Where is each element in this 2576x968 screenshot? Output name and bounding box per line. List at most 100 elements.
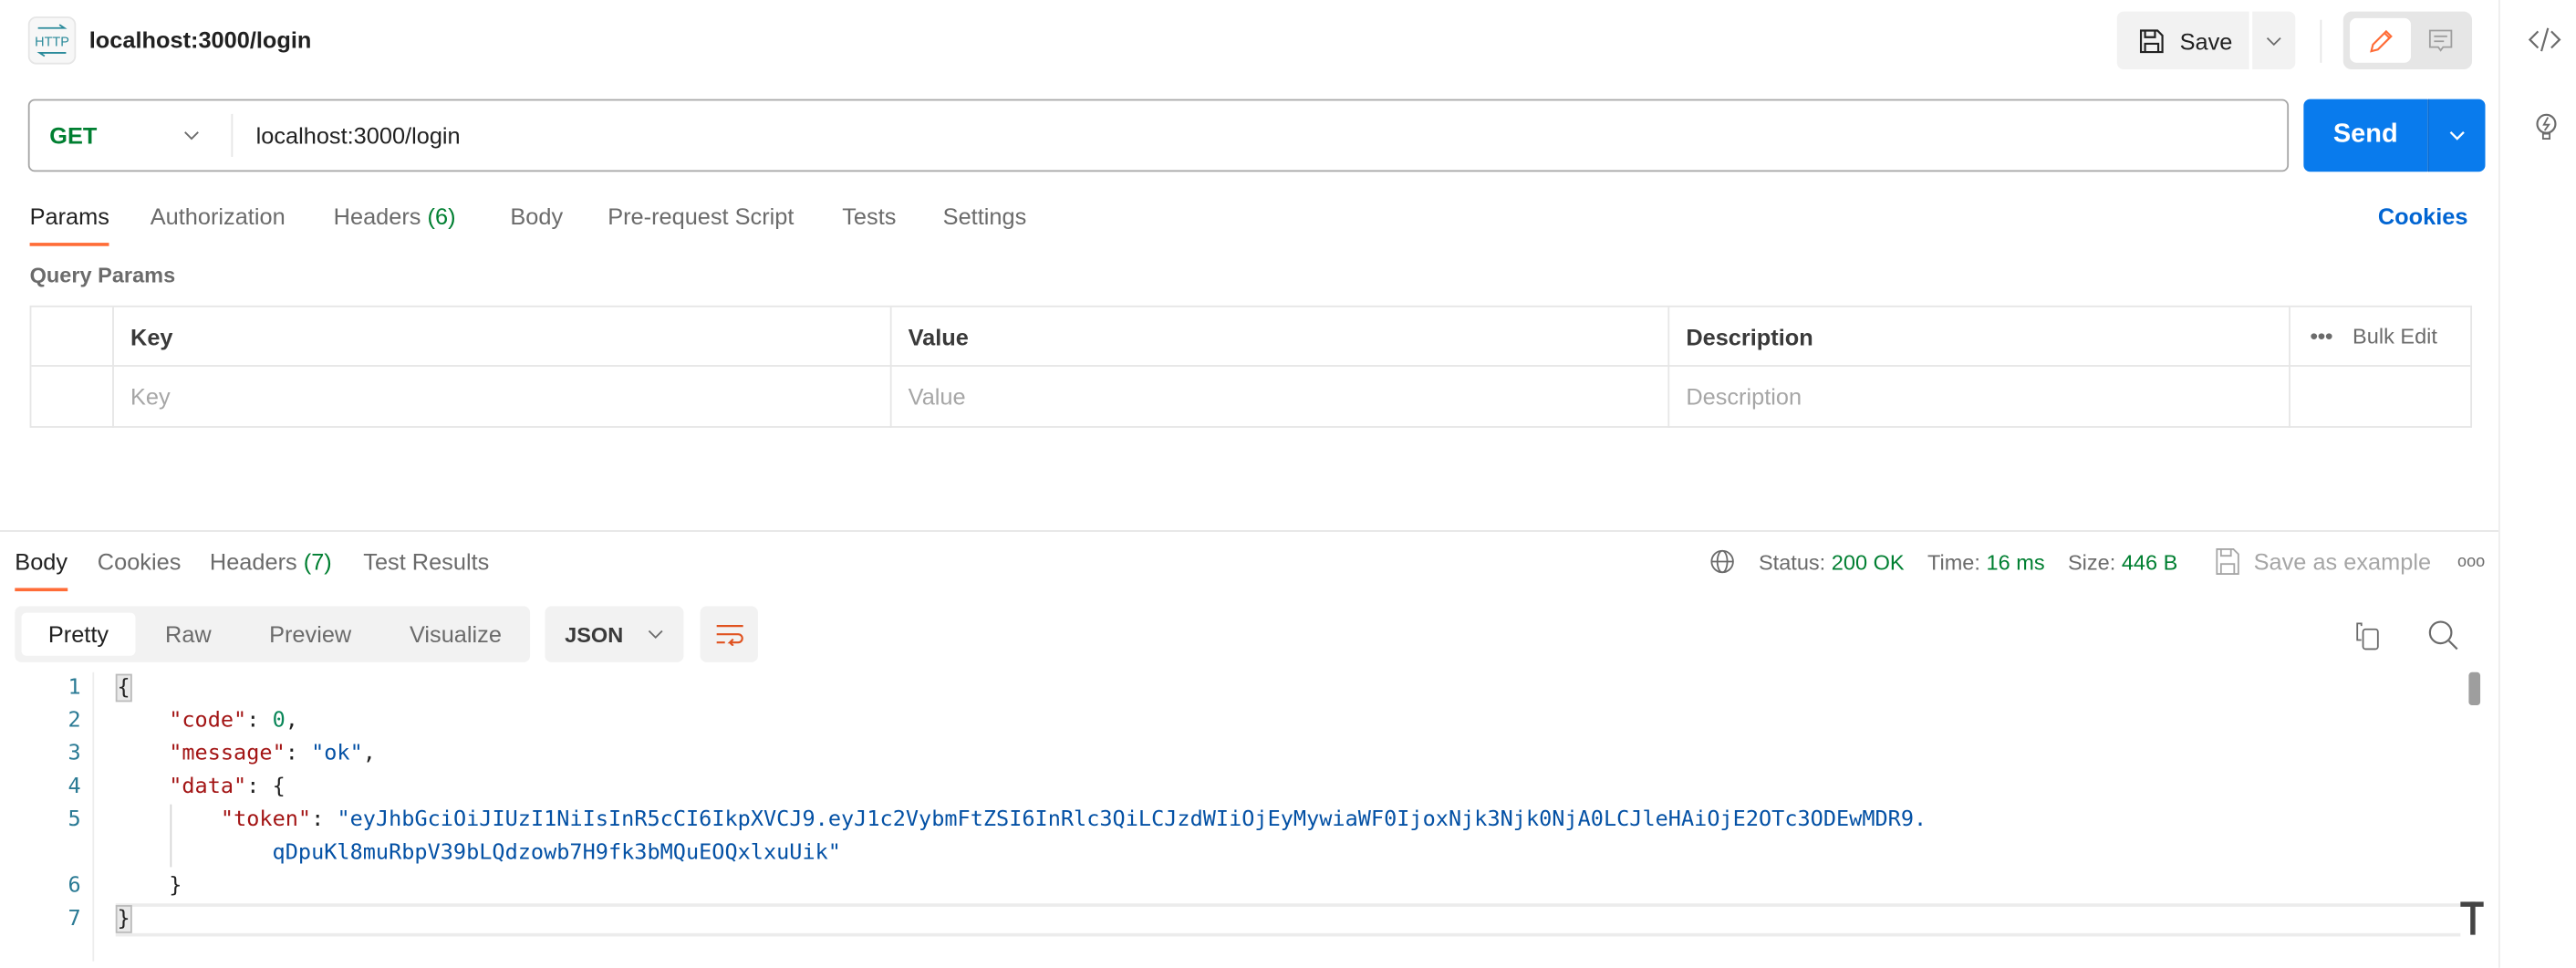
code-icon[interactable]: [2528, 25, 2561, 55]
send-button[interactable]: Send: [2303, 99, 2428, 172]
json-key: "data": [169, 775, 247, 800]
cookies-link[interactable]: Cookies: [2378, 203, 2468, 230]
chevron-down-icon: [2447, 129, 2467, 141]
gutter-divider: [92, 671, 95, 962]
tab-params[interactable]: Params: [29, 203, 110, 246]
response-body-editor[interactable]: 1 2 3 4 5 6 7 { "code": 0, "message": "o…: [0, 671, 2486, 962]
tab-headers[interactable]: Headers (6): [334, 203, 456, 230]
tab-label: Test Results: [363, 548, 490, 575]
line-number: 1: [68, 675, 81, 701]
code-line: "data": {: [169, 775, 286, 800]
scroll-end-marker: [2470, 901, 2476, 935]
save-as-example-button[interactable]: Save as example: [2254, 548, 2431, 575]
time-label: Time:: [1927, 548, 1980, 575]
view-mode-visualize[interactable]: Visualize: [410, 613, 502, 656]
tab-label: Body: [15, 548, 68, 575]
tab-pre-request-script[interactable]: Pre-request Script: [608, 203, 794, 230]
headers-count: (7): [303, 548, 332, 575]
view-mode-raw[interactable]: Raw: [165, 613, 212, 656]
url-input[interactable]: localhost:3000/login: [256, 122, 2238, 149]
size-label: Size:: [2067, 548, 2116, 575]
tab-body[interactable]: Body: [510, 203, 563, 230]
globe-icon[interactable]: [1709, 548, 1736, 575]
tab-label: Pre-request Script: [608, 203, 795, 230]
wrap-lines-button[interactable]: [700, 606, 758, 662]
mode-toggle: [2342, 11, 2473, 70]
save-icon: [2138, 27, 2165, 54]
request-title[interactable]: localhost:3000/login: [89, 26, 312, 53]
status-value[interactable]: 200 OK: [1832, 549, 1905, 574]
chevron-down-icon: [2264, 34, 2284, 47]
right-sidebar: [2498, 0, 2500, 968]
svg-text:HTTP: HTTP: [35, 36, 69, 50]
divider: [2320, 19, 2322, 63]
status-label: Status:: [1758, 548, 1826, 575]
code-line-wrapped: qDpuKl8muRbpV39bLQdzowb7H9fk3bMQuEOQxlxu…: [118, 840, 841, 865]
code-line: }: [169, 873, 182, 899]
save-dropdown-button[interactable]: [2252, 11, 2296, 70]
response-tab-headers[interactable]: Headers (7): [210, 548, 332, 575]
time-value[interactable]: 16 ms: [1987, 549, 2045, 574]
divider: [231, 113, 234, 157]
method-select[interactable]: GET: [30, 100, 232, 170]
copy-icon[interactable]: [2354, 621, 2384, 651]
pencil-icon[interactable]: [2350, 17, 2412, 63]
column-key: Key: [114, 307, 892, 367]
tab-authorization[interactable]: Authorization: [151, 203, 286, 230]
line-number: 7: [68, 906, 81, 932]
bulk-edit-label: Bulk Edit: [2353, 323, 2437, 349]
pane-divider[interactable]: [0, 530, 2498, 532]
view-mode-preview[interactable]: Preview: [269, 613, 351, 656]
bulk-edit-button[interactable]: ••• Bulk Edit: [2311, 307, 2437, 367]
tab-label: Tests: [842, 203, 897, 230]
search-icon[interactable]: [2427, 619, 2458, 651]
value-input[interactable]: Value: [892, 366, 1670, 428]
vertical-scrollbar[interactable]: [2468, 671, 2481, 705]
line-number: 4: [68, 775, 81, 800]
save-button[interactable]: Save: [2116, 11, 2249, 70]
code-line: {: [115, 673, 132, 703]
json-key: "code": [169, 708, 247, 734]
format-label: JSON: [565, 621, 624, 647]
response-meta: Status: 200 OK Time: 16 ms Size: 446 B S…: [1709, 546, 2485, 577]
description-input[interactable]: Description: [1669, 366, 2290, 428]
tab-label: Headers: [333, 203, 421, 230]
response-tab-cookies[interactable]: Cookies: [98, 548, 182, 575]
save-label: Save: [2179, 26, 2233, 54]
more-options-icon[interactable]: ooo: [2457, 553, 2485, 571]
send-dropdown-button[interactable]: [2427, 99, 2486, 172]
chevron-down-icon: [647, 628, 667, 640]
response-tab-test-results[interactable]: Test Results: [363, 548, 489, 575]
json-key: "token": [220, 807, 312, 833]
code-line: }: [115, 905, 132, 933]
column-value: Value: [892, 307, 1670, 367]
tab-label: Authorization: [150, 203, 286, 230]
query-params-title: Query Params: [29, 262, 176, 287]
response-tab-body[interactable]: Body: [15, 548, 68, 592]
key-input[interactable]: Key: [114, 366, 892, 428]
save-icon: [2214, 546, 2240, 577]
tab-label: Headers: [209, 548, 297, 575]
code-line: "token": "eyJhbGciOiJIUzI1NiIsInR5cCI6Ik…: [220, 807, 1927, 833]
line-number: 6: [68, 873, 81, 899]
tab-label: Params: [29, 203, 109, 230]
view-mode-pretty[interactable]: Pretty: [21, 612, 136, 656]
json-key: "message": [169, 741, 286, 766]
checkbox-column: [31, 307, 114, 367]
json-string: "eyJhbGciOiJIUzI1NiIsInR5cCI6IkpXVCJ9.ey…: [337, 807, 1927, 833]
column-description: Description: [1669, 307, 2290, 367]
code-line: "code": 0,: [169, 708, 298, 734]
more-icon: •••: [2310, 323, 2333, 349]
format-select[interactable]: JSON: [545, 606, 684, 662]
tab-settings[interactable]: Settings: [943, 203, 1027, 230]
wrap-lines-icon: [715, 625, 743, 646]
comment-icon[interactable]: [2415, 18, 2467, 63]
code-line: "message": "ok",: [169, 741, 376, 766]
method-label: GET: [49, 121, 98, 149]
url-bar: GET localhost:3000/login: [27, 99, 2290, 172]
tab-label: Cookies: [97, 548, 182, 575]
row-checkbox-cell: [31, 366, 114, 428]
size-value[interactable]: 446 B: [2122, 549, 2178, 574]
lightbulb-icon[interactable]: [2529, 110, 2562, 143]
tab-tests[interactable]: Tests: [842, 203, 896, 230]
